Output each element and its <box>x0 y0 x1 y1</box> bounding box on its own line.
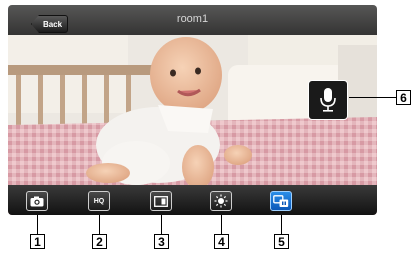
callout-6-line <box>349 97 396 98</box>
quality-button[interactable]: HQ <box>88 191 110 211</box>
snapshot-button[interactable] <box>26 191 48 211</box>
brightness-button[interactable] <box>210 191 232 211</box>
callout-2: 2 <box>92 234 107 249</box>
callout-2-line <box>99 215 100 234</box>
callout-3: 3 <box>154 234 169 249</box>
callout-5: 5 <box>274 234 289 249</box>
callout-1-line <box>37 215 38 234</box>
instruction-figure: Back room1 HQ 6 1 2 3 4 5 <box>0 0 420 256</box>
microphone-icon <box>320 88 336 112</box>
callout-4: 4 <box>214 234 229 249</box>
camera-screen: Back room1 HQ <box>8 5 377 215</box>
camera-icon <box>30 196 44 206</box>
callout-5-line <box>281 215 282 234</box>
callout-3-line <box>161 215 162 234</box>
callout-4-line <box>221 215 222 234</box>
camera-title: room1 <box>176 13 209 25</box>
view-button[interactable] <box>150 191 172 211</box>
brightness-icon <box>214 194 228 208</box>
intercom-button[interactable] <box>270 191 292 211</box>
intercom-icon <box>273 194 289 207</box>
callout-6: 6 <box>396 90 411 105</box>
callout-1: 1 <box>30 234 45 249</box>
microphone-button[interactable] <box>308 80 348 120</box>
hq-icon: HQ <box>93 197 105 205</box>
bottom-toolbar: HQ <box>8 185 377 215</box>
display-icon <box>154 195 168 207</box>
